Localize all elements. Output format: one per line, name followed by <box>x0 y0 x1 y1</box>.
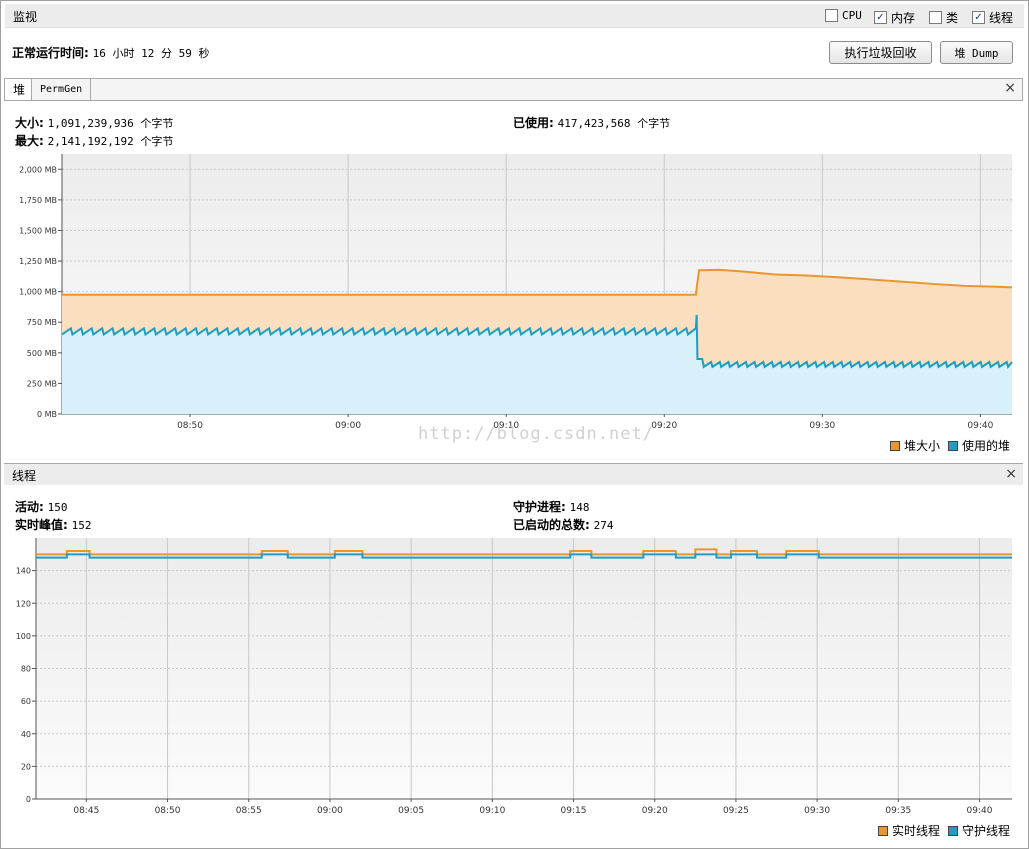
heap-dump-button[interactable]: 堆 Dump <box>940 41 1013 64</box>
y-tick-label: 100 <box>16 632 31 641</box>
daemon-threads-value: 148 <box>569 501 590 514</box>
y-tick-label: 500 MB <box>27 349 57 358</box>
heap-size-legend-label: 堆大小 <box>904 439 941 453</box>
threads-close-icon[interactable]: × <box>1005 466 1017 482</box>
x-tick-label: 08:50 <box>177 421 203 430</box>
live-threads-legend-label: 实时线程 <box>892 824 941 838</box>
x-tick-label: 09:30 <box>804 806 830 816</box>
daemon-threads-legend-label: 守护线程 <box>962 824 1011 838</box>
y-tick-label: 750 MB <box>27 318 57 327</box>
y-tick-label: 120 <box>16 599 31 608</box>
started-threads-stat: 已启动的总数: 274 <box>513 516 614 533</box>
daemon-threads-stat: 守护进程: 148 <box>513 498 590 515</box>
live-threads-legend-swatch <box>878 825 888 836</box>
peak-threads-value: 152 <box>71 519 92 532</box>
peak-threads-label: 实时峰值: <box>15 518 68 532</box>
classes-checkbox[interactable]: 类 <box>929 9 958 26</box>
perform-gc-button[interactable]: 执行垃圾回收 <box>829 41 932 64</box>
x-tick-label: 09:20 <box>651 421 677 430</box>
y-tick-label: 60 <box>21 697 31 706</box>
tab-permgen[interactable]: PermGen <box>32 79 92 100</box>
watermark-text: http://blog.csdn.net/ <box>418 424 654 444</box>
x-tick-label: 09:00 <box>317 806 343 816</box>
threads-checkbox[interactable]: ✓ 线程 <box>972 9 1013 26</box>
thread-legend: 实时线程 守护线程 <box>870 822 1010 839</box>
x-tick-label: 09:00 <box>335 421 361 430</box>
threads-header-bar: 线程 × <box>4 463 1023 485</box>
heap-size-legend-swatch <box>890 440 900 451</box>
daemon-threads-label: 守护进程: <box>513 500 566 514</box>
x-tick-label: 09:10 <box>479 806 505 816</box>
heap-max-value: 2,141,192,192 个字节 <box>47 135 174 148</box>
classes-checkbox-label[interactable]: 类 <box>946 9 958 26</box>
heap-close-icon[interactable]: × <box>1004 80 1016 96</box>
monitor-title: 监视 <box>13 10 38 24</box>
x-tick-label: 09:40 <box>967 421 993 430</box>
cpu-checkbox-box[interactable] <box>825 9 838 22</box>
memory-checkbox[interactable]: ✓ 内存 <box>874 9 915 26</box>
x-tick-label: 09:20 <box>642 806 668 816</box>
heap-used-value: 417,423,568 个字节 <box>557 117 671 130</box>
x-tick-label: 09:40 <box>967 806 993 816</box>
x-tick-label: 09:05 <box>398 806 424 816</box>
memory-checkbox-label[interactable]: 内存 <box>891 9 915 26</box>
live-threads-stat: 活动: 150 <box>15 498 68 515</box>
y-tick-label: 0 MB <box>37 410 57 419</box>
x-tick-label: 09:30 <box>809 421 835 430</box>
y-tick-label: 2,000 MB <box>19 165 57 174</box>
y-tick-label: 1,500 MB <box>19 226 57 235</box>
uptime: 正常运行时间: 16 小时 12 分 59 秒 <box>12 44 210 61</box>
heap-legend: 堆大小 使用的堆 <box>882 437 1010 454</box>
threads-title: 线程 <box>12 469 37 483</box>
y-tick-label: 140 <box>16 567 31 576</box>
heap-max-label: 最大: <box>15 134 44 148</box>
heap-used-stat: 已使用: 417,423,568 个字节 <box>513 114 670 131</box>
y-tick-label: 1,750 MB <box>19 196 57 205</box>
threads-checkbox-label[interactable]: 线程 <box>989 9 1013 26</box>
y-tick-label: 80 <box>21 665 31 674</box>
y-tick-label: 1,250 MB <box>19 257 57 266</box>
heap-size-label: 大小: <box>15 116 44 130</box>
x-tick-label: 08:55 <box>236 806 262 816</box>
heap-used-legend-label: 使用的堆 <box>962 439 1011 453</box>
uptime-value: 16 小时 12 分 59 秒 <box>92 47 210 60</box>
heap-used-label: 已使用: <box>513 116 554 130</box>
x-tick-label: 09:15 <box>561 806 587 816</box>
started-threads-label: 已启动的总数: <box>513 518 590 532</box>
daemon-threads-legend-swatch <box>948 825 959 836</box>
heap-used-legend-swatch <box>948 440 959 451</box>
heap-size-stat: 大小: 1,091,239,936 个字节 <box>15 114 173 131</box>
peak-threads-stat: 实时峰值: 152 <box>15 516 92 533</box>
heap-tabbar: 堆 PermGen × <box>4 78 1023 101</box>
heap-max-stat: 最大: 2,141,192,192 个字节 <box>15 132 173 149</box>
x-tick-label: 09:35 <box>885 806 911 816</box>
started-threads-value: 274 <box>593 519 614 532</box>
x-tick-label: 09:25 <box>723 806 749 816</box>
x-tick-label: 08:50 <box>155 806 181 816</box>
uptime-label: 正常运行时间: <box>12 46 89 60</box>
y-tick-label: 20 <box>21 762 31 771</box>
live-threads-value: 150 <box>47 501 68 514</box>
live-threads-label: 活动: <box>15 500 44 514</box>
monitor-header-bar: 监视 CPU ✓ 内存 类 ✓ 线程 <box>5 4 1024 28</box>
y-tick-label: 40 <box>21 730 31 739</box>
y-tick-label: 250 MB <box>27 379 57 388</box>
x-tick-label: 08:45 <box>73 806 99 816</box>
cpu-checkbox-label[interactable]: CPU <box>842 9 862 22</box>
heap-chart: 0 MB 250 MB 500 MB 750 MB 1,000 MB 1,250 MB 1,… <box>19 154 1013 430</box>
memory-checkbox-box[interactable]: ✓ <box>874 11 887 24</box>
y-tick-label: 0 <box>26 795 31 804</box>
heap-size-value: 1,091,239,936 个字节 <box>47 117 174 130</box>
cpu-checkbox[interactable]: CPU <box>825 9 862 22</box>
thread-chart: 0 20 40 60 80 100 120 140 08:45 08:50 08:55 09:00 09… <box>16 538 1012 816</box>
classes-checkbox-box[interactable] <box>929 11 942 24</box>
y-tick-label: 1,000 MB <box>19 288 57 297</box>
threads-checkbox-box[interactable]: ✓ <box>972 11 985 24</box>
tab-heap[interactable]: 堆 <box>5 79 32 100</box>
